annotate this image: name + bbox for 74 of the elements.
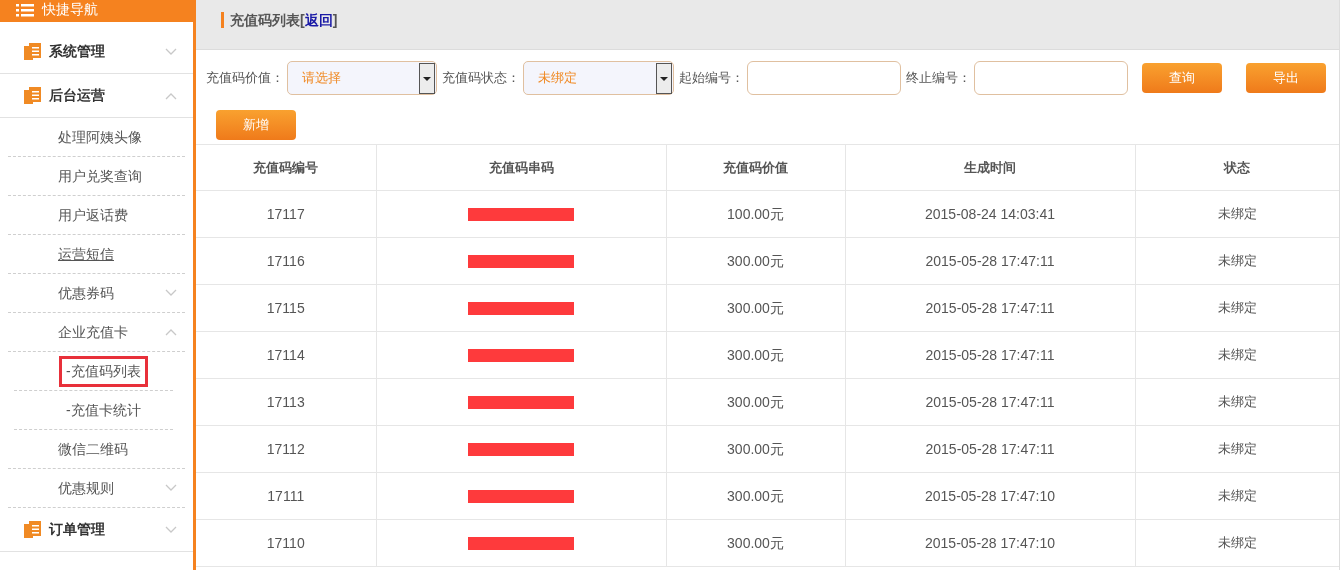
title-accent [221, 12, 224, 28]
caret-up-icon [165, 328, 177, 336]
filter-label: 充值码价值： [206, 69, 284, 88]
sidebar-subitem[interactable]: -充值码列表 [59, 355, 148, 387]
sidebar-item[interactable]: 处理阿姨头像 [8, 118, 185, 157]
table-cell: 2015-05-28 17:47:10 [845, 519, 1135, 567]
table-cell: 2015-05-28 17:47:10 [845, 472, 1135, 520]
table-cell: 17112 [196, 425, 376, 473]
sidebar-item[interactable]: 微信二维码 [8, 430, 185, 469]
table-cell: 未绑定 [1135, 237, 1339, 285]
table-cell: 17114 [196, 331, 376, 379]
bracket: ] [332, 11, 338, 30]
sidebar-item[interactable]: 优惠规则 [8, 469, 185, 508]
table-cell: 未绑定 [1135, 378, 1339, 426]
filter-label: 起始编号： [679, 69, 744, 88]
table-cell: 17117 [196, 190, 376, 238]
table-cell: 2015-05-28 17:47:11 [845, 284, 1135, 332]
filter-label: 终止编号： [906, 69, 971, 88]
column-header: 充值码价值 [666, 144, 845, 191]
sidebar-section[interactable]: 系统管理 [0, 30, 193, 74]
column-header: 状态 [1135, 144, 1339, 191]
back-link[interactable]: 返回 [304, 10, 333, 31]
table-cell: 300.00元 [666, 378, 845, 426]
table-cell: 300.00元 [666, 425, 845, 473]
table-cell: 2015-08-24 14:03:41 [845, 190, 1135, 238]
document-icon [24, 521, 41, 538]
caret-down-icon [165, 47, 177, 56]
document-icon [24, 87, 41, 104]
page-title: 充值码列表 [230, 11, 300, 30]
caret-down-icon [165, 484, 177, 492]
table-cell: 17110 [196, 519, 376, 567]
sidebar-item[interactable]: 用户返话费 [8, 196, 185, 235]
table-cell: 17113 [196, 378, 376, 426]
caret-down-icon [165, 525, 177, 534]
sidebar-item[interactable]: 运营短信 [8, 235, 185, 274]
sidebar-title: 快捷导航 [42, 0, 98, 19]
table-cell: 100.00元 [666, 190, 845, 238]
sidebar-subitem[interactable]: -充值卡统计 [66, 399, 141, 421]
table-cell: 17116 [196, 237, 376, 285]
table-cell: 300.00元 [666, 472, 845, 520]
end-number-field[interactable] [974, 61, 1128, 95]
table-cell: 300.00元 [666, 331, 845, 379]
sidebar-item[interactable]: 优惠券码 [8, 274, 185, 313]
table-cell: 17115 [196, 284, 376, 332]
table-cell: 未绑定 [1135, 472, 1339, 520]
table-cell: 2015-05-28 17:47:11 [845, 237, 1135, 285]
column-header: 充值码串码 [376, 144, 666, 191]
table-cell: 17111 [196, 472, 376, 520]
table-cell: 未绑定 [1135, 425, 1339, 473]
table-cell: 未绑定 [1135, 519, 1339, 567]
dropdown-icon [656, 62, 672, 94]
sidebar-section[interactable]: 订单管理 [0, 508, 193, 552]
column-header: 生成时间 [845, 144, 1135, 191]
table-cell: 300.00元 [666, 284, 845, 332]
document-icon [24, 43, 41, 60]
column-header: 充值码编号 [196, 144, 376, 191]
table-cell: 300.00元 [666, 237, 845, 285]
caret-down-icon [165, 289, 177, 297]
table-cell: 未绑定 [1135, 331, 1339, 379]
sidebar-item[interactable]: 企业充值卡 [8, 313, 185, 352]
table-cell: 2015-05-28 17:47:11 [845, 331, 1135, 379]
dropdown-icon [419, 62, 435, 94]
list-icon [16, 2, 34, 17]
start-number-field[interactable] [747, 61, 901, 95]
caret-up-icon [165, 91, 177, 100]
table-cell: 未绑定 [1135, 190, 1339, 238]
table-cell: 未绑定 [1135, 284, 1339, 332]
sidebar-section[interactable]: 后台运营 [0, 74, 193, 118]
bracket: [ [300, 11, 305, 30]
table-cell: 2015-05-28 17:47:11 [845, 425, 1135, 473]
filter-label: 充值码状态： [442, 69, 520, 88]
table-cell: 300.00元 [666, 519, 845, 567]
sidebar-item[interactable]: 用户兑奖查询 [8, 157, 185, 196]
table-cell: 2015-05-28 17:47:11 [845, 378, 1135, 426]
